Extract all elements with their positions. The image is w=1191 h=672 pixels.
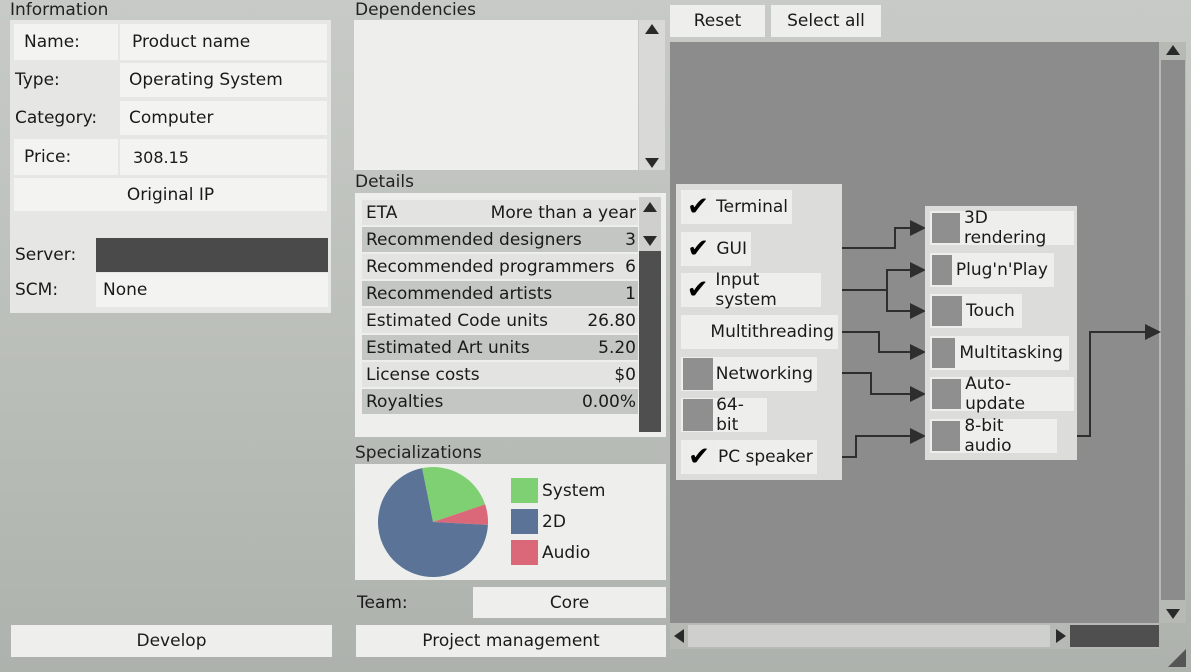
feature-icon (932, 421, 961, 451)
feature-label: PC speaker (718, 447, 813, 467)
feature-label: 8-bit audio (964, 416, 1012, 456)
checkbox-icon[interactable]: ✔ (683, 233, 714, 265)
feature-plug-n-play[interactable]: Plug'n'Play (930, 253, 1054, 287)
feature-label: Multitasking (959, 343, 1063, 363)
feature-label: Touch (966, 301, 1015, 321)
checkbox-icon[interactable]: ✔ (683, 441, 715, 473)
feature-label: 64-bit (716, 395, 744, 435)
feature-label: Multithreading (710, 322, 834, 342)
checkbox-icon[interactable] (683, 358, 713, 390)
feature-terminal[interactable]: ✔ Terminal (681, 190, 792, 224)
feature-3d-rendering[interactable]: 3D rendering (930, 208, 1074, 248)
feature-touch[interactable]: Touch (930, 294, 1022, 328)
feature-input-system[interactable]: ✔ Input system (681, 270, 821, 310)
checkbox-icon[interactable]: ✔ (683, 191, 714, 223)
feature-label: Auto-update (965, 374, 1026, 414)
feature-multithreading[interactable]: Multithreading (681, 315, 838, 349)
feature-icon (932, 296, 962, 326)
checkbox-icon[interactable]: ✔ (683, 274, 713, 306)
feature-label: 3D rendering (963, 208, 1047, 248)
feature-label: Plug'n'Play (955, 260, 1048, 280)
checkbox-icon[interactable] (683, 399, 714, 431)
feature-gui[interactable]: ✔ GUI (681, 232, 751, 266)
feature-networking[interactable]: Networking (681, 357, 817, 391)
feature-pc-speaker[interactable]: ✔ PC speaker (681, 440, 817, 474)
feature-label: GUI (716, 239, 747, 259)
feature-label: Input system (715, 270, 777, 310)
feature-8-bit-audio[interactable]: 8-bit audio (930, 416, 1057, 456)
feature-icon (932, 338, 956, 368)
feature-64-bit[interactable]: 64-bit (681, 395, 767, 435)
feature-icon (932, 213, 960, 243)
feature-label: Networking (715, 364, 813, 384)
checkbox-icon[interactable] (683, 316, 708, 348)
feature-icon (932, 379, 962, 409)
feature-multitasking[interactable]: Multitasking (930, 336, 1069, 370)
feature-auto-update[interactable]: Auto-update (930, 374, 1074, 414)
feature-label: Terminal (716, 197, 788, 217)
feature-icon (932, 255, 952, 285)
